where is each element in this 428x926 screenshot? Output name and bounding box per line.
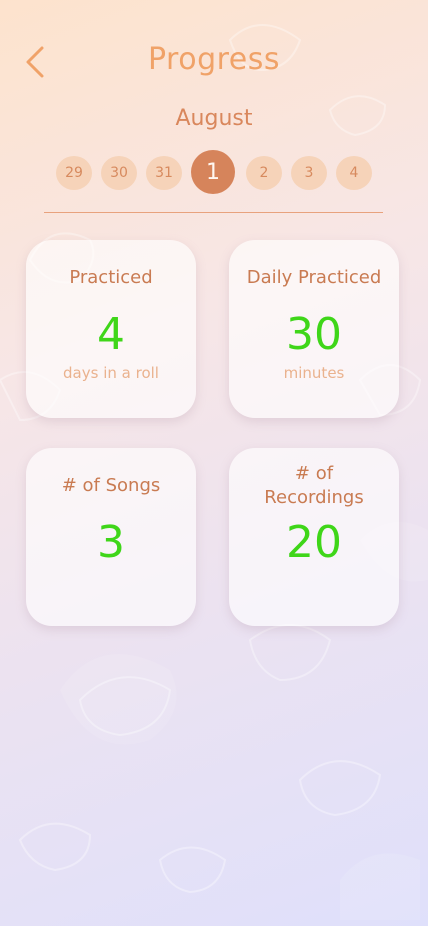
header: Progress (0, 0, 428, 100)
songs-card: # of Songs 3 (26, 448, 196, 626)
daily-practiced-value: 30 (286, 309, 342, 360)
day-29[interactable]: 29 (56, 156, 92, 190)
daily-practiced-unit: minutes (283, 364, 345, 382)
songs-value: 3 (97, 517, 125, 568)
recordings-value: 20 (286, 517, 342, 568)
month-label: August (175, 106, 253, 131)
day-30[interactable]: 30 (101, 156, 137, 190)
daily-practiced-card: Daily Practiced 30 minutes (229, 240, 399, 418)
day-1-selected[interactable]: 1 (191, 150, 235, 194)
practiced-unit: days in a roll (63, 364, 159, 382)
divider (44, 212, 383, 213)
daily-practiced-title: Daily Practiced (246, 267, 382, 288)
recordings-title-line1: # of (294, 463, 334, 484)
day-2[interactable]: 2 (246, 156, 282, 190)
day-31[interactable]: 31 (146, 156, 182, 190)
songs-title: # of Songs (61, 475, 161, 496)
practiced-title: Practiced (69, 267, 153, 288)
day-strip: 29 30 31 1 2 3 4 (0, 150, 428, 196)
practiced-value: 4 (97, 309, 125, 360)
page-title: Progress (147, 42, 281, 77)
recordings-card: # of Recordings 20 (229, 448, 399, 626)
practiced-card: Practiced 4 days in a roll (26, 240, 196, 418)
recordings-title-line2: Recordings (264, 487, 364, 508)
day-4[interactable]: 4 (336, 156, 372, 190)
day-3[interactable]: 3 (291, 156, 327, 190)
